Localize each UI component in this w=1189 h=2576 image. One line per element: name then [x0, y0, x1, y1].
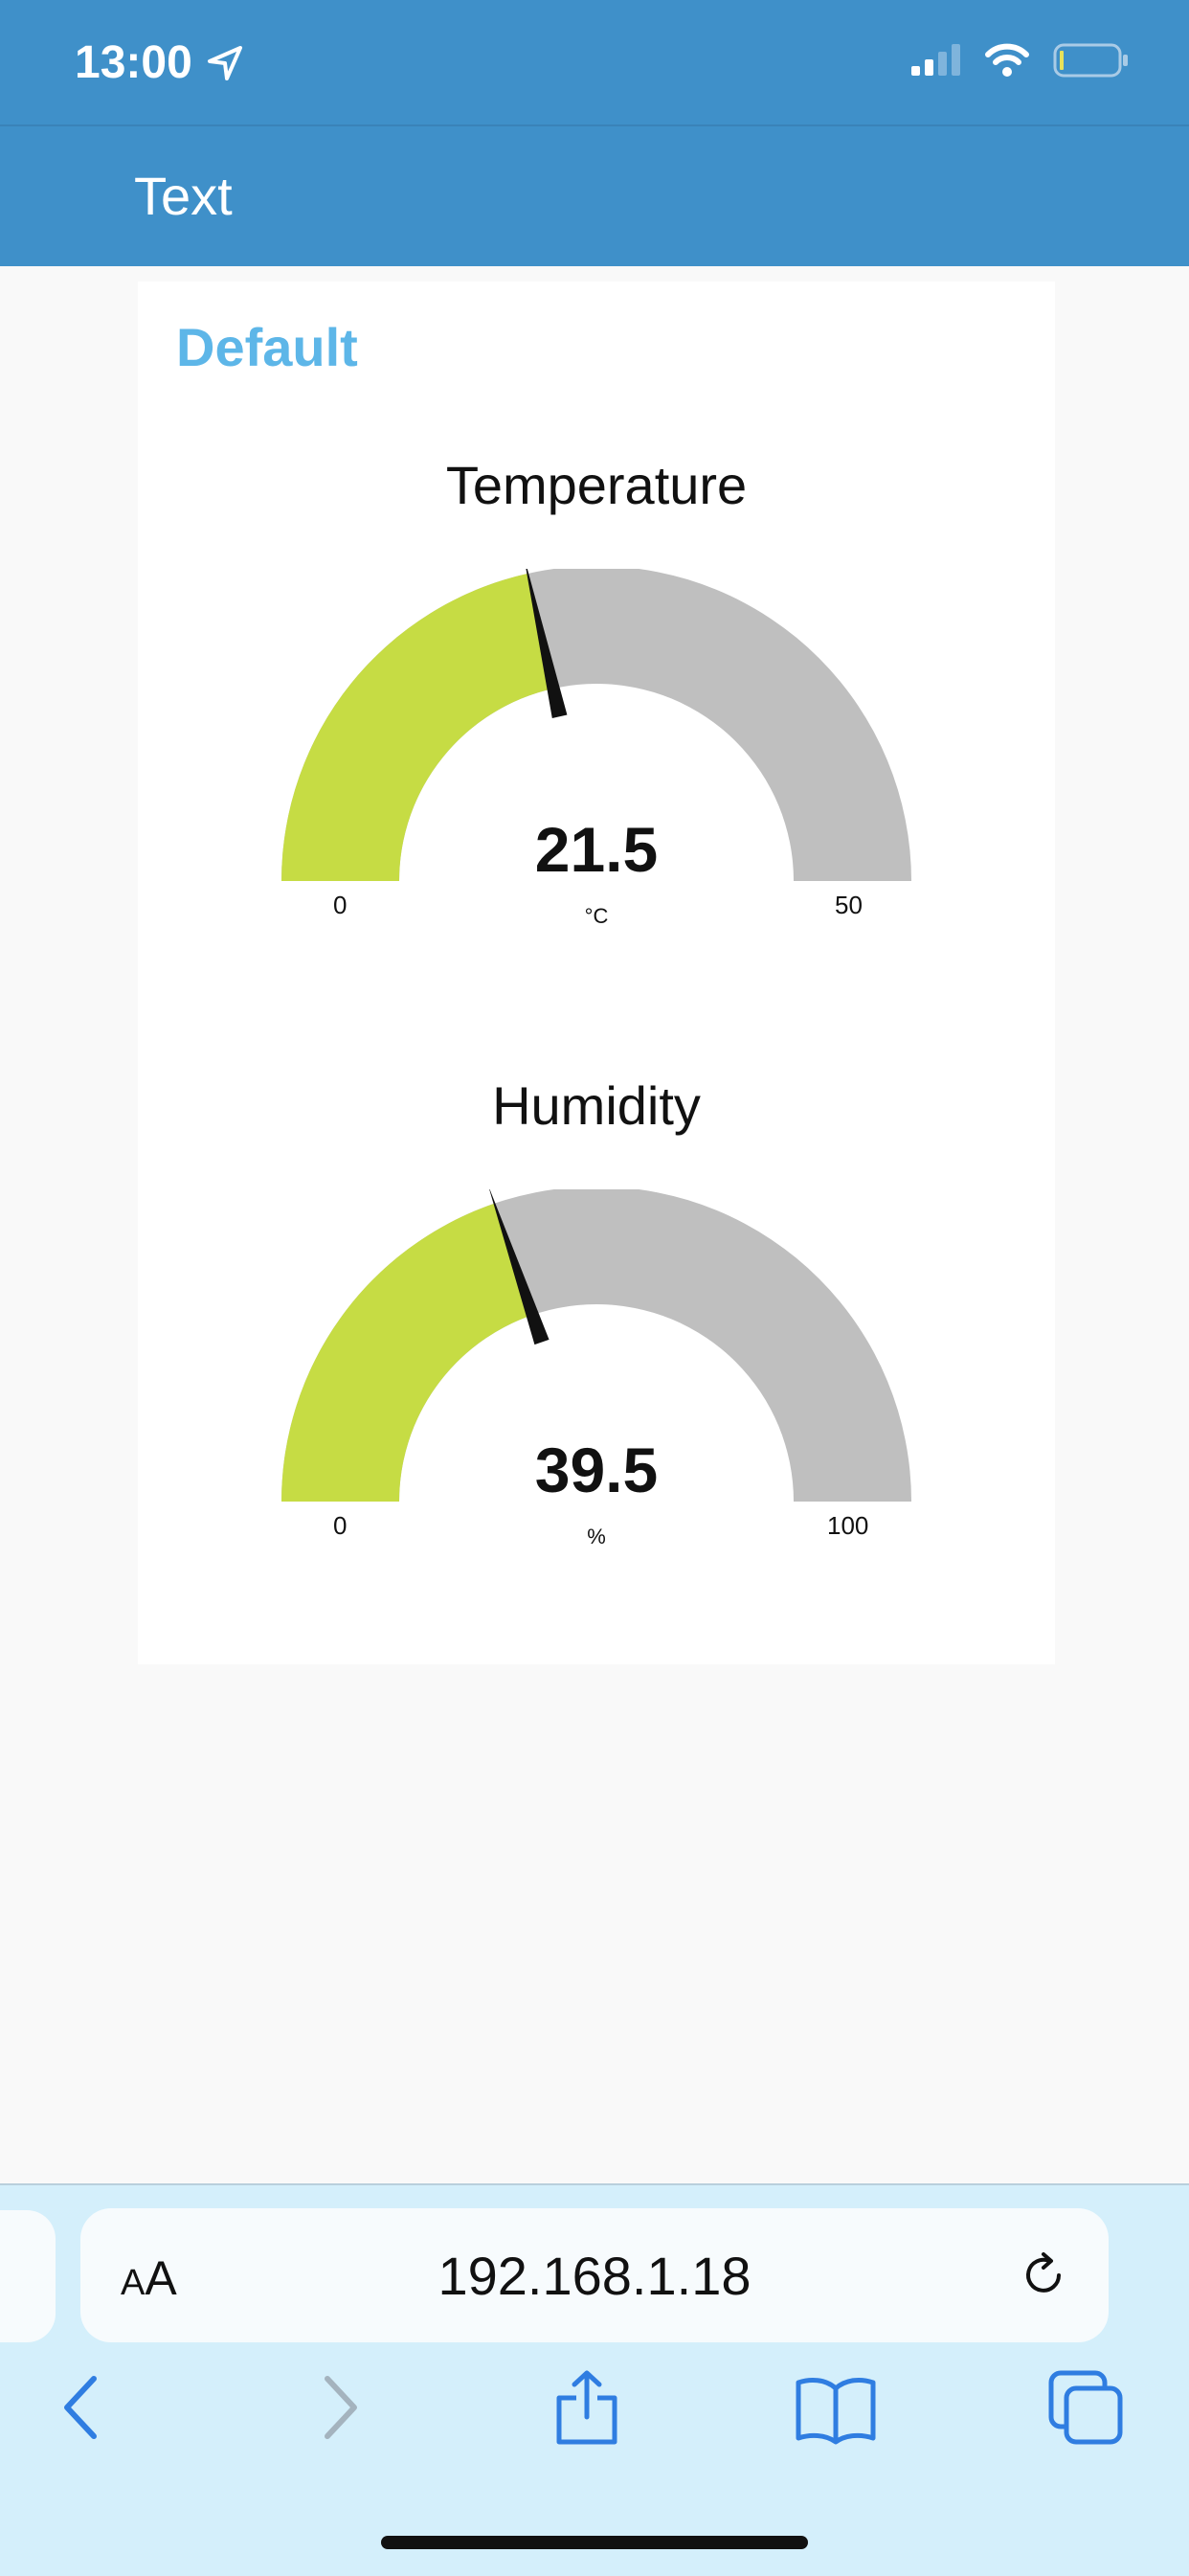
- address-bar[interactable]: AA 192.168.1.18: [80, 2208, 1109, 2342]
- url-text[interactable]: 192.168.1.18: [80, 2245, 1109, 2307]
- gauge-unit: °C: [584, 904, 609, 928]
- gauge-max-label: 50: [835, 891, 863, 919]
- wifi-icon: [985, 43, 1029, 77]
- group-title: Default: [176, 317, 358, 377]
- home-indicator: [381, 2536, 808, 2549]
- browser-bottom-bar: AA 192.168.1.18: [0, 2183, 1189, 2576]
- gauge-max-label: 100: [827, 1511, 869, 1540]
- gauge-value: 39.5: [534, 1435, 659, 1505]
- status-bar: 13:00: [0, 0, 1189, 124]
- reload-icon[interactable]: [1017, 2248, 1070, 2302]
- status-time-text: 13:00: [75, 37, 192, 88]
- page-title: Text: [134, 166, 233, 226]
- status-time: 13:00: [75, 36, 244, 89]
- gauge-min-label: 0: [333, 891, 348, 919]
- status-indicators: [909, 42, 1130, 79]
- bookmarks-icon[interactable]: [795, 2369, 877, 2446]
- location-arrow-icon: [207, 45, 242, 80]
- gauge-humidity: Humidity 39.5 % 0 100: [138, 1074, 1055, 1611]
- gauge-title: Humidity: [492, 1075, 701, 1136]
- tabs-icon[interactable]: [1047, 2369, 1124, 2446]
- battery-icon: [1053, 43, 1128, 78]
- back-icon[interactable]: [57, 2369, 105, 2446]
- dashboard-group-card: Default Temperature 21.5 °C 0 50 Humidit…: [138, 282, 1055, 1664]
- gauge-temperature: Temperature 21.5 °C 0 50: [138, 454, 1055, 990]
- previous-tab-preview[interactable]: [0, 2210, 56, 2342]
- signal-icon: [911, 44, 960, 76]
- gauge-min-label: 0: [333, 1511, 348, 1540]
- gauge-title: Temperature: [445, 455, 748, 515]
- share-icon[interactable]: [553, 2369, 620, 2446]
- gauge-unit: %: [587, 1525, 606, 1548]
- gauge-value: 21.5: [534, 814, 659, 885]
- forward-icon[interactable]: [316, 2369, 364, 2446]
- browser-toolbar: [0, 2369, 1189, 2484]
- app-header: Text: [0, 124, 1189, 266]
